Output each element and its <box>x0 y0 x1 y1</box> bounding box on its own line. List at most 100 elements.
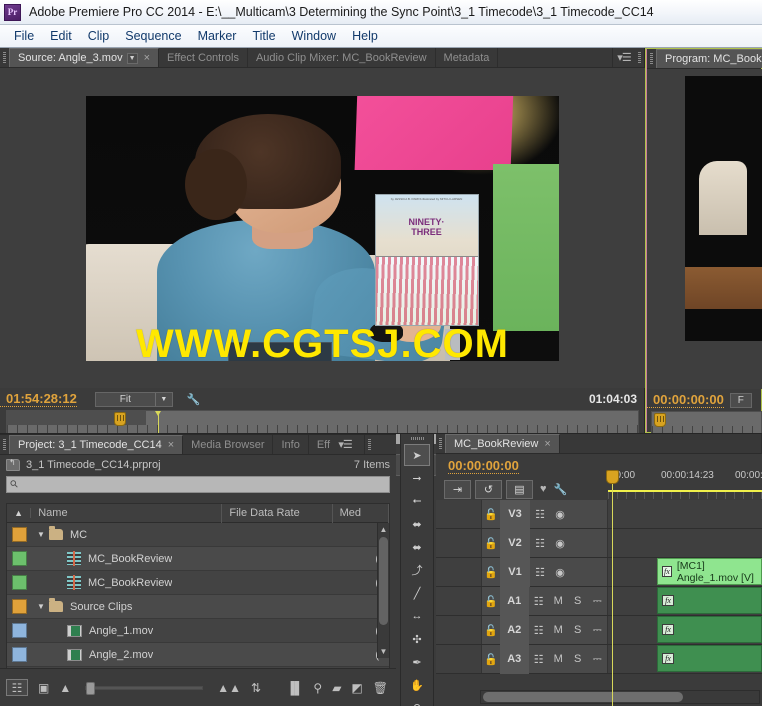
timeline-track-v2[interactable]: 🔓 V2 ☷ ◉ <box>436 528 762 558</box>
new-item-button[interactable]: ◩ <box>351 681 362 695</box>
tab-info[interactable]: Info <box>273 435 309 454</box>
sync-lock-icon[interactable]: ☷ <box>529 653 549 666</box>
scroll-thumb[interactable] <box>483 692 684 702</box>
automate-to-sequence-button[interactable]: ▐▌ <box>286 681 303 695</box>
table-row[interactable]: Angle_2.mov ( <box>7 643 389 667</box>
tab-program-mc-bookreview[interactable]: Program: MC_BookR <box>656 49 762 68</box>
timeline-clip-a1[interactable]: fx <box>657 587 762 614</box>
pen-tool[interactable]: ✒ <box>404 651 430 673</box>
timeline-horizontal-scrollbar[interactable] <box>480 690 760 704</box>
menu-item-help[interactable]: Help <box>344 27 386 45</box>
menu-item-file[interactable]: File <box>6 27 42 45</box>
tab-effect-controls[interactable]: Effect Controls <box>159 48 248 67</box>
table-row[interactable]: MC_BookReview ( <box>7 547 389 571</box>
sync-lock-icon[interactable]: ☷ <box>529 624 549 637</box>
zoom-tool[interactable]: ⚲ <box>404 697 430 706</box>
program-video-area[interactable] <box>647 69 762 389</box>
timeline-clip-a3[interactable]: fx <box>657 645 762 672</box>
timeline-track-a3[interactable]: 🔓 A3 ☷ M S ⎓ fx <box>436 644 762 674</box>
timeline-clip-v1[interactable]: fx [MC1] Angle_1.mov [V] <box>657 558 762 585</box>
track-name[interactable]: V3 <box>500 500 530 529</box>
lock-icon[interactable]: 🔓 <box>482 595 500 608</box>
source-marker[interactable] <box>114 412 127 426</box>
scroll-up-icon[interactable]: ▲ <box>378 523 389 536</box>
parent-bin-icon[interactable] <box>6 458 20 471</box>
column-header-media[interactable]: Med <box>333 504 389 523</box>
eye-icon[interactable]: ◉ <box>550 508 570 521</box>
table-row[interactable]: ▼ Source Clips <box>7 595 389 619</box>
track-name[interactable]: A2 <box>499 615 529 645</box>
lock-icon[interactable]: 🔓 <box>482 508 500 521</box>
sync-lock-icon[interactable]: ☷ <box>530 566 550 579</box>
source-current-timecode[interactable]: 01:54:28:12 <box>0 391 77 407</box>
table-row[interactable]: ▼ MC <box>7 523 389 547</box>
panel-grip-right-icon[interactable] <box>365 435 374 454</box>
panel-grip-right-icon[interactable] <box>635 48 644 67</box>
panel-grip-icon[interactable] <box>647 49 656 68</box>
track-select-forward-tool[interactable]: ⭢ <box>404 467 430 489</box>
record-button[interactable]: ⎓ <box>587 595 607 608</box>
sort-icon[interactable]: ⇅ <box>251 681 261 695</box>
timeline-track-v3[interactable]: 🔓 V3 ☷ ◉ <box>436 500 762 529</box>
lock-icon[interactable]: 🔓 <box>482 566 500 579</box>
snap-button[interactable]: ⇥ <box>444 479 471 499</box>
timeline-playhead[interactable] <box>606 470 619 706</box>
search-input[interactable] <box>21 478 385 491</box>
menu-item-window[interactable]: Window <box>284 27 344 45</box>
panel-grip-icon[interactable] <box>401 434 433 443</box>
marker-icon[interactable]: ♥ <box>540 483 547 495</box>
track-body[interactable] <box>608 500 762 528</box>
razor-tool[interactable]: ╱ <box>404 582 430 604</box>
close-icon[interactable]: × <box>542 438 550 450</box>
add-marker-button[interactable]: ▤ <box>506 479 533 499</box>
track-name[interactable]: A3 <box>499 644 529 674</box>
panel-grip-icon[interactable] <box>436 434 445 453</box>
track-body[interactable]: fx <box>608 587 762 615</box>
column-header-name[interactable]: Name <box>31 504 223 523</box>
menu-item-sequence[interactable]: Sequence <box>117 27 189 45</box>
slide-tool[interactable]: ✣ <box>404 628 430 650</box>
tab-media-browser[interactable]: Media Browser <box>183 435 274 454</box>
track-body[interactable]: fx [MC1] Angle_1.mov [V] <box>608 558 762 586</box>
eye-icon[interactable]: ◉ <box>550 537 570 550</box>
delete-button[interactable]: 🗑 <box>373 681 396 695</box>
mute-button[interactable]: M <box>548 653 568 665</box>
selection-tool[interactable]: ➤ <box>404 444 430 466</box>
wrench-icon[interactable]: 🔧 <box>554 483 568 496</box>
sort-ascending-icon[interactable]: ▲ <box>7 508 32 518</box>
record-button[interactable]: ⎓ <box>587 653 607 666</box>
program-playhead-marker[interactable] <box>654 413 666 427</box>
panel-menu-icon[interactable]: ▾☰ <box>613 48 635 67</box>
sync-lock-icon[interactable]: ☷ <box>530 537 550 550</box>
tab-timeline-mc-bookreview[interactable]: MC_BookReview × <box>445 434 560 453</box>
column-header-data-rate[interactable]: File Data Rate <box>222 504 333 523</box>
tab-effects[interactable]: Eff ▾☰ <box>309 435 366 454</box>
rate-stretch-tool[interactable]: ⤴ <box>404 559 430 581</box>
disclosure-triangle-icon[interactable]: ▼ <box>33 602 49 611</box>
chevron-down-icon[interactable]: ▼ <box>126 52 138 64</box>
lock-icon[interactable]: 🔓 <box>482 537 500 550</box>
track-body[interactable] <box>608 529 762 557</box>
project-vertical-scrollbar[interactable]: ▲ ▼ <box>377 523 389 658</box>
timeline-track-a2[interactable]: 🔓 A2 ☷ M S ⎓ fx <box>436 615 762 645</box>
track-body[interactable]: fx <box>608 645 762 673</box>
track-select-backward-tool[interactable]: ⭠ <box>404 490 430 512</box>
source-video-area[interactable]: by JESSICA B. PARKS illustrated by MITCH… <box>0 68 645 388</box>
solo-button[interactable]: S <box>568 595 588 607</box>
table-row[interactable]: MC_BookReview ( <box>7 571 389 595</box>
menu-item-clip[interactable]: Clip <box>80 27 118 45</box>
source-zoom-level-select[interactable]: Fit ▼ <box>94 391 173 407</box>
track-name[interactable]: A1 <box>499 586 529 616</box>
track-name[interactable]: V1 <box>500 557 530 587</box>
panel-grip-icon[interactable] <box>0 48 9 67</box>
tab-audio-clip-mixer[interactable]: Audio Clip Mixer: MC_BookReview <box>248 48 436 67</box>
ripple-edit-tool[interactable]: ⬌ <box>404 513 430 535</box>
record-button[interactable]: ⎓ <box>587 624 607 637</box>
solo-button[interactable]: S <box>568 624 588 636</box>
project-search-box[interactable]: ⚲ <box>6 476 390 493</box>
menu-item-marker[interactable]: Marker <box>190 27 245 45</box>
tab-source-angle3[interactable]: Source: Angle_3.mov ▼ × <box>9 48 160 67</box>
scroll-thumb[interactable] <box>379 537 388 625</box>
eye-icon[interactable]: ◉ <box>550 566 570 579</box>
track-name[interactable]: V2 <box>500 528 530 558</box>
